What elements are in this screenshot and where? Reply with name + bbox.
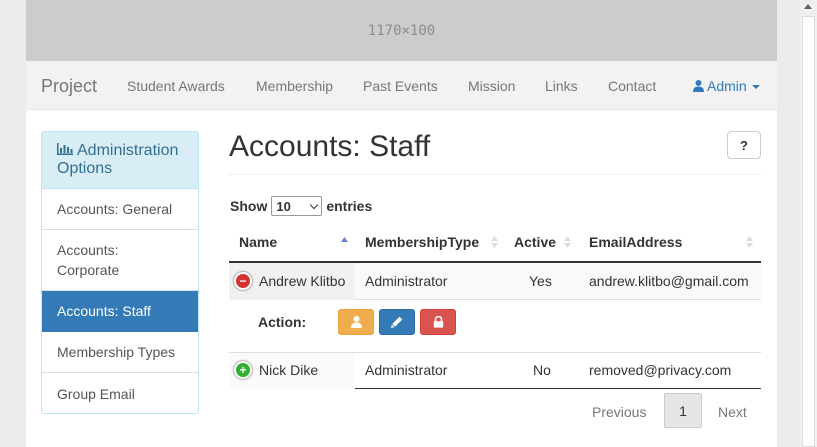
entries-select[interactable]: 10 [271,196,323,216]
pagination-previous[interactable]: Previous [592,404,646,420]
table-header: Name MembershipType Active EmailAddress [229,224,761,263]
column-header-active[interactable]: Active [514,234,556,250]
child-row-actions: Action: [229,300,761,352]
user-icon [350,316,362,328]
page: 1170×100 Project Student Awards Membersh… [26,0,777,447]
sort-asc-icon [341,237,348,242]
user-icon [693,80,704,92]
column-header-name[interactable]: Name [239,234,277,250]
length-menu-prefix: Show [230,198,268,214]
admin-dropdown[interactable]: Admin [693,78,760,94]
pencil-icon [391,316,403,328]
sidebar-title: Administration Options [57,142,179,177]
vertical-scrollbar[interactable] [800,0,817,447]
cell-active: No [533,362,551,378]
banner-text: 1170×100 [367,22,436,39]
scrollbar-thumb[interactable] [802,16,815,447]
chevron-down-icon [310,200,319,209]
length-menu: Show 10 entries [230,196,372,216]
banner-placeholder: 1170×100 [26,0,777,61]
sort-both-icon [564,236,571,248]
sidebar-header: Administration Options [42,132,198,189]
cell-membership-type: Administrator [365,362,448,378]
cell-name: Nick Dike [259,362,319,378]
collapse-row-icon[interactable]: − [234,272,252,290]
nav-link-membership[interactable]: Membership [256,78,333,94]
cell-active: Yes [529,273,552,289]
lock-icon [433,316,443,328]
entries-select-value: 10 [276,198,291,214]
sidebar-item-label: Accounts: General [57,201,173,217]
action-label: Action: [258,314,307,330]
admin-label: Admin [707,78,747,94]
pagination-page-1[interactable]: 1 [664,393,702,428]
nav-link-mission[interactable]: Mission [468,78,515,94]
bar-chart-icon [57,143,73,155]
table-row[interactable]: + Nick Dike Administrator No removed@pri… [229,352,761,389]
pagination-next[interactable]: Next [718,404,747,420]
column-header-membership-type[interactable]: MembershipType [365,234,479,250]
scroll-up-icon[interactable] [804,4,812,9]
lock-user-button[interactable] [420,309,456,335]
sort-both-icon [746,236,753,248]
chevron-down-icon [751,85,760,89]
edit-user-button[interactable] [379,309,415,335]
length-menu-suffix: entries [326,198,373,214]
view-user-button[interactable] [338,309,374,335]
sort-both-icon [491,236,498,248]
sidebar-item-membership-types[interactable]: Membership Types [42,332,198,373]
nav-link-contact[interactable]: Contact [608,78,656,94]
title-divider [229,174,761,175]
sidebar-item-label: Accounts: Corporate [57,242,120,278]
sidebar-item-group-email[interactable]: Group Email [42,373,198,413]
sidebar-item-accounts-corporate[interactable]: Accounts: Corporate [42,230,198,291]
cell-membership-type: Administrator [365,273,448,289]
sidebar-item-label: Group Email [57,385,135,402]
sidebar-panel: Administration Options Accounts: General… [41,131,199,414]
table-row[interactable]: − Andrew Klitbo Administrator Yes andrew… [229,263,761,300]
help-button[interactable]: ? [727,131,761,159]
sidebar-item-accounts-staff[interactable]: Accounts: Staff [42,291,198,332]
nav-link-links[interactable]: Links [545,78,578,94]
navbar: Project Student Awards Membership Past E… [26,61,777,110]
sidebar-item-label: Accounts: Staff [57,303,151,319]
nav-link-past-events[interactable]: Past Events [363,78,438,94]
nav-link-student-awards[interactable]: Student Awards [127,78,225,94]
cell-email: removed@privacy.com [589,362,732,378]
expand-row-icon[interactable]: + [234,361,252,379]
cell-name: Andrew Klitbo [259,273,346,289]
navbar-brand[interactable]: Project [41,76,97,97]
sidebar-item-label: Membership Types [57,344,176,360]
column-header-email[interactable]: EmailAddress [589,234,682,250]
page-title: Accounts: Staff [229,130,431,163]
sidebar-item-accounts-general[interactable]: Accounts: General [42,189,198,230]
cell-email: andrew.klitbo@gmail.com [589,273,749,289]
